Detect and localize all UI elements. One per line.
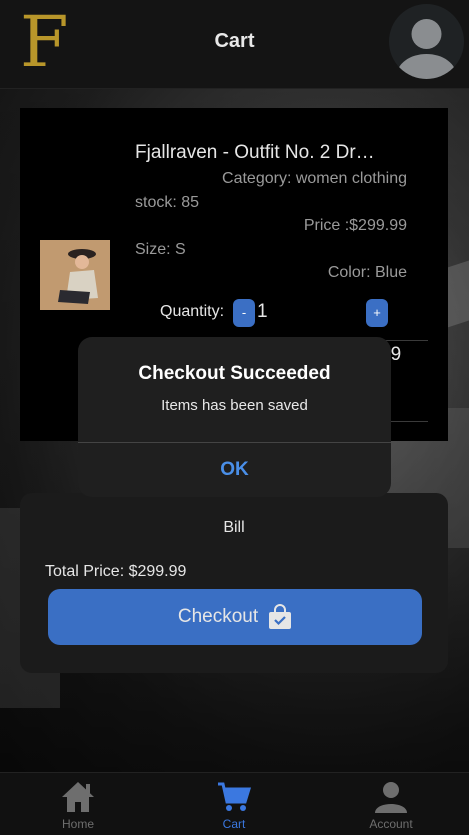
product-category: Category: women clothing — [222, 170, 407, 187]
product-photo-icon — [40, 240, 110, 310]
bottom-nav: Home Cart Account — [0, 772, 469, 835]
increment-quantity-button[interactable]: + — [366, 299, 388, 327]
cart-icon — [218, 782, 252, 811]
checkout-success-dialog: Checkout Succeeded Items has been saved … — [78, 337, 391, 497]
nav-label-cart: Cart — [222, 817, 246, 831]
nav-label-home: Home — [61, 817, 94, 831]
product-title[interactable]: Fjallraven - Outfit No. 2 Dr… — [135, 142, 415, 164]
user-avatar[interactable] — [389, 4, 464, 79]
dialog-message: Items has been saved — [161, 397, 308, 414]
avatar-placeholder-icon — [396, 19, 457, 79]
shopping-bag-check-icon — [269, 604, 292, 629]
account-icon — [375, 782, 407, 813]
nav-item-home[interactable]: Home — [23, 773, 133, 835]
nav-item-cart[interactable]: Cart — [179, 773, 289, 835]
ok-button[interactable]: OK — [78, 443, 391, 497]
product-stock: stock: 85 — [135, 194, 200, 211]
checkout-label: Checkout — [177, 606, 259, 627]
quantity-label: Quantity: — [160, 303, 225, 320]
product-size: Size: S — [135, 241, 186, 258]
product-price: Price :$299.99 — [303, 217, 407, 234]
app-header: F Cart — [0, 0, 469, 89]
bill-title: Bill — [223, 519, 245, 536]
nav-item-account[interactable]: Account — [336, 773, 446, 835]
dialog-title: Checkout Succeeded — [138, 363, 331, 384]
decrement-quantity-button[interactable]: - — [233, 299, 255, 327]
quantity-value: 1 — [257, 301, 268, 322]
total-price: Total Price: $299.99 — [45, 563, 187, 580]
product-color: Color: Blue — [327, 264, 407, 281]
bill-card: Bill Total Price: $299.99 Checkout — [20, 493, 448, 673]
checkout-button[interactable]: Checkout — [48, 589, 422, 645]
home-icon — [62, 782, 94, 812]
product-image[interactable] — [40, 240, 110, 310]
nav-label-account: Account — [369, 817, 413, 831]
